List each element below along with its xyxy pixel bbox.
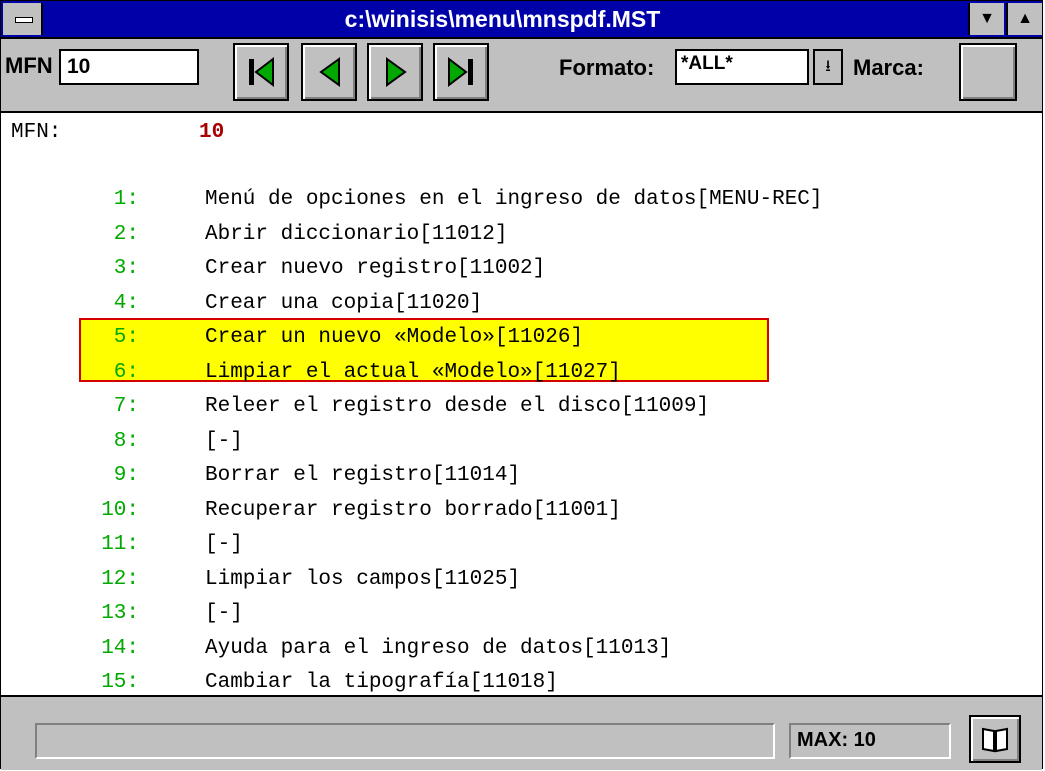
line-text: Releer el registro desde el disco[11009] xyxy=(205,395,710,418)
next-record-button[interactable] xyxy=(367,43,423,101)
line-text: Abrir diccionario[11012] xyxy=(205,222,508,246)
line-number: 6: xyxy=(113,360,139,384)
line-number: 13: xyxy=(101,602,139,625)
line-text: Recuperar registro borrado[11001] xyxy=(205,498,621,522)
line-text: Crear nuevo registro[11002] xyxy=(205,257,546,280)
last-record-icon xyxy=(448,56,473,88)
mfn-input[interactable]: 10 xyxy=(59,49,199,85)
line-text: [-] xyxy=(205,533,243,556)
line-text: [-] xyxy=(205,602,243,625)
formato-label: Formato: xyxy=(559,55,655,80)
line-number: 9: xyxy=(113,464,139,487)
window-title: c:\winisis\menu\mnspdf.MST xyxy=(344,6,661,32)
record-display: MFN: 10 1: Menú de opciones en el ingreso… xyxy=(1,113,1042,694)
line-number: 10: xyxy=(101,498,139,522)
marca-button[interactable] xyxy=(959,43,1017,101)
system-menu-icon[interactable] xyxy=(3,3,43,35)
previous-record-button[interactable] xyxy=(301,43,357,101)
record-mfn-value: 10 xyxy=(199,121,225,144)
line-number: 4: xyxy=(113,291,139,315)
maximize-button[interactable]: ▲ xyxy=(1006,3,1042,35)
record-mfn-label: MFN: xyxy=(11,121,62,144)
line-number: 5: xyxy=(113,326,139,349)
marca-label: Marca: xyxy=(853,55,924,80)
line-text: Ayuda para el ingreso de datos[11013] xyxy=(205,636,672,660)
database-window: c:\winisis\menu\mnspdf.MST ▼ ▲ MFN 10 Fo… xyxy=(0,0,1043,770)
toolbar: MFN 10 Formato: *ALL* ⭳ Marca: xyxy=(1,39,1042,113)
line-number: 1: xyxy=(113,188,139,211)
line-text: Limpiar el actual «Modelo»[11027] xyxy=(205,360,621,384)
line-text: [-] xyxy=(205,429,243,453)
line-number: 14: xyxy=(101,636,139,660)
line-number: 7: xyxy=(113,395,139,418)
status-bar: MAX: 10 xyxy=(1,695,1042,770)
book-icon xyxy=(982,727,1008,753)
line-text: Cambiar la tipografía[11018] xyxy=(205,671,558,694)
minimize-button[interactable]: ▼ xyxy=(968,3,1004,35)
last-record-button[interactable] xyxy=(433,43,489,101)
previous-record-icon xyxy=(319,57,340,87)
title-bar[interactable]: c:\winisis\menu\mnspdf.MST ▼ ▲ xyxy=(1,1,1042,39)
first-record-icon xyxy=(249,56,274,88)
dropdown-arrow-icon[interactable]: ⭳ xyxy=(813,49,843,85)
status-message xyxy=(35,723,775,759)
formato-select[interactable]: *ALL* xyxy=(675,49,809,85)
line-number: 11: xyxy=(101,533,139,556)
line-number: 12: xyxy=(101,567,139,591)
line-number: 3: xyxy=(113,257,139,280)
next-record-icon xyxy=(386,57,407,87)
line-text: Crear una copia[11020] xyxy=(205,291,483,315)
line-number: 15: xyxy=(101,671,139,694)
line-text: Borrar el registro[11014] xyxy=(205,464,521,487)
first-record-button[interactable] xyxy=(233,43,289,101)
line-text: Menú de opciones en el ingreso de datos[… xyxy=(205,188,823,211)
mfn-label: MFN xyxy=(5,53,53,78)
line-number: 8: xyxy=(113,429,139,453)
max-indicator: MAX: 10 xyxy=(789,723,951,759)
book-button[interactable] xyxy=(969,715,1021,763)
line-text: Limpiar los campos[11025] xyxy=(205,567,521,591)
line-number: 2: xyxy=(113,222,139,246)
line-text: Crear un nuevo «Modelo»[11026] xyxy=(205,326,584,349)
